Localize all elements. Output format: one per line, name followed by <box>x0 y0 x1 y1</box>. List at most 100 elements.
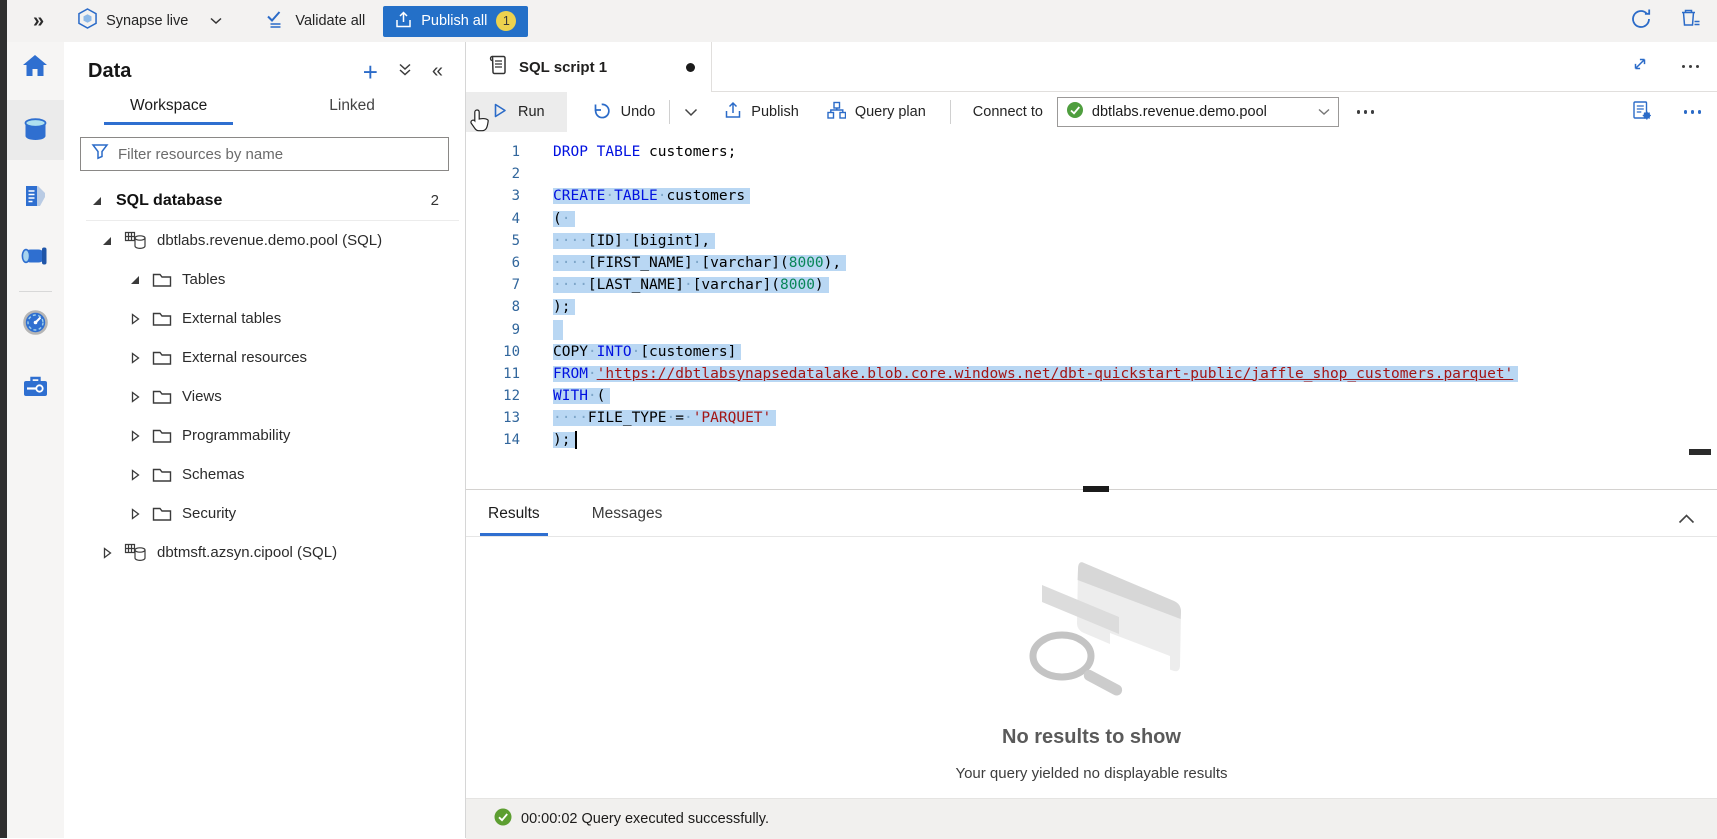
properties-icon[interactable] <box>1632 100 1652 125</box>
line-number: 6 <box>466 252 520 274</box>
code-line-4[interactable]: 4(· <box>466 208 1717 230</box>
tree-item-dbtlabs-revenue-demo-pool-sql-[interactable]: dbtlabs.revenue.demo.pool (SQL) <box>64 221 465 260</box>
scrollbar-thumb[interactable] <box>1689 449 1711 455</box>
query-plan-label: Query plan <box>855 104 926 120</box>
tab-sql-script-1[interactable]: SQL script 1 <box>466 42 712 92</box>
refresh-icon[interactable] <box>1630 8 1652 35</box>
code-line-3[interactable]: 3CREATE·TABLE·customers <box>466 185 1717 207</box>
tab-more-icon[interactable] <box>1682 65 1700 69</box>
tree-item-security[interactable]: Security <box>64 494 465 533</box>
pool-selector-dropdown[interactable]: dbtlabs.revenue.demo.pool <box>1057 97 1339 127</box>
collapse-panel-icon[interactable]: « <box>432 60 443 83</box>
publish-button[interactable]: Publish <box>724 101 799 123</box>
twisty-expanded-icon[interactable] <box>100 236 114 246</box>
code-line-1[interactable]: 1DROP TABLE customers; <box>466 141 1717 163</box>
toolbar-more-icon[interactable] <box>1357 110 1375 114</box>
tree-item-external-resources[interactable]: External resources <box>64 338 465 377</box>
code-line-7[interactable]: 7····[LAST_NAME]·[varchar](8000) <box>466 274 1717 296</box>
line-content: CREATE·TABLE·customers <box>553 185 750 207</box>
twisty-collapsed-icon[interactable] <box>128 430 142 442</box>
filter-box[interactable] <box>80 137 449 171</box>
synapse-studio: » Synapse live Validate all Publish all … <box>0 0 1717 838</box>
line-number: 10 <box>466 341 520 363</box>
token-ws: · <box>588 366 597 382</box>
twisty-collapsed-icon[interactable] <box>128 313 142 325</box>
token-pl: ( <box>597 388 606 404</box>
discard-all-icon[interactable] <box>1680 8 1701 34</box>
publish-all-button[interactable]: Publish all 1 <box>383 6 528 37</box>
code-line-6[interactable]: 6····[FIRST_NAME]·[varchar](8000), <box>466 252 1717 274</box>
code-line-5[interactable]: 5····[ID]·[bigint], <box>466 230 1717 252</box>
tree-item-tables[interactable]: Tables <box>64 260 465 299</box>
query-plan-button[interactable]: Query plan <box>827 101 926 123</box>
line-content: COPY·INTO·[customers] <box>553 341 741 363</box>
twisty-expanded-icon[interactable] <box>90 196 104 206</box>
nav-develop[interactable] <box>15 177 55 221</box>
run-button[interactable]: Run <box>466 92 567 132</box>
add-resource-icon[interactable]: + <box>363 62 378 82</box>
code-line-8[interactable]: 8); <box>466 296 1717 318</box>
folder-icon <box>152 311 172 327</box>
tree-item-views[interactable]: Views <box>64 377 465 416</box>
token-num: 8000 <box>789 255 824 271</box>
code-line-11[interactable]: 11FROM·'https://dbtlabsynapsedatalake.bl… <box>466 363 1717 385</box>
code-line-12[interactable]: 12WITH·( <box>466 385 1717 407</box>
filter-input[interactable] <box>118 146 438 163</box>
tree-item-sql-database[interactable]: SQL database2 <box>64 181 465 220</box>
twisty-collapsed-icon[interactable] <box>128 508 142 520</box>
nav-monitor[interactable] <box>15 303 55 347</box>
nav-integrate[interactable] <box>15 237 55 281</box>
tree-item-label: Schemas <box>182 466 245 483</box>
code-line-10[interactable]: 10 COPY·INTO·[customers] <box>466 341 1717 363</box>
tree-item-dbtmsft-azsyn-cipool-sql-[interactable]: dbtmsft.azsyn.cipool (SQL) <box>64 533 465 572</box>
chevron-down-icon[interactable] <box>210 17 222 25</box>
panel-title: Data <box>88 60 131 83</box>
twisty-collapsed-icon[interactable] <box>128 391 142 403</box>
tab-workspace[interactable]: Workspace <box>104 97 233 125</box>
twisty-expanded-icon[interactable] <box>128 275 142 285</box>
editor-more-icon[interactable] <box>1684 110 1702 114</box>
tree-item-programmability[interactable]: Programmability <box>64 416 465 455</box>
twisty-collapsed-icon[interactable] <box>128 469 142 481</box>
run-options-chevron-icon[interactable] <box>684 108 698 117</box>
tree-item-external-tables[interactable]: External tables <box>64 299 465 338</box>
code-line-13[interactable]: 13····FILE_TYPE·=·'PARQUET' <box>466 407 1717 429</box>
line-content <box>553 319 563 341</box>
pool-icon <box>124 543 147 562</box>
tree-item-schemas[interactable]: Schemas <box>64 455 465 494</box>
results-empty-state: No results to show Your query yielded no… <box>466 537 1717 798</box>
line-number: 2 <box>466 163 520 185</box>
nav-rail <box>7 42 64 838</box>
token-pl: customers <box>667 188 746 204</box>
collapse-results-icon[interactable] <box>1678 513 1695 524</box>
folder-icon <box>152 350 172 366</box>
filter-funnel-icon <box>91 143 109 165</box>
code-line-9[interactable]: 9 <box>466 319 1717 341</box>
token-pl: [customers] <box>640 344 736 360</box>
nav-home[interactable] <box>15 46 55 90</box>
code-line-14[interactable]: 14); <box>466 429 1717 451</box>
token-ws: · <box>667 410 676 426</box>
expand-editor-icon[interactable] <box>1632 56 1648 77</box>
validate-all-button[interactable]: Validate all <box>266 10 365 33</box>
nav-data[interactable] <box>15 110 55 154</box>
synapse-live-selector[interactable]: Synapse live <box>78 8 222 34</box>
twisty-collapsed-icon[interactable] <box>128 352 142 364</box>
expand-all-icon[interactable] <box>398 62 412 82</box>
tab-linked[interactable]: Linked <box>303 97 401 125</box>
token-pl: [LAST_NAME] <box>588 277 684 293</box>
validate-label: Validate all <box>295 13 365 29</box>
expand-sidebar-icon[interactable]: » <box>33 10 44 33</box>
tree-item-label: SQL database <box>116 192 222 210</box>
twisty-collapsed-icon[interactable] <box>100 547 114 559</box>
tab-results[interactable]: Results <box>482 505 546 536</box>
data-panel-tabs: Workspace Linked <box>64 97 465 125</box>
nav-manage[interactable] <box>15 367 55 411</box>
undo-button[interactable]: Undo <box>593 102 656 123</box>
code-line-2[interactable]: 2 <box>466 163 1717 185</box>
token-pl: [ID] <box>588 233 623 249</box>
selection-highlight: COPY·INTO·[customers] <box>553 344 741 360</box>
tab-messages[interactable]: Messages <box>586 505 669 536</box>
sql-code-editor[interactable]: 1DROP TABLE customers;23CREATE·TABLE·cus… <box>466 132 1717 489</box>
tabstrip-right <box>712 42 1717 92</box>
